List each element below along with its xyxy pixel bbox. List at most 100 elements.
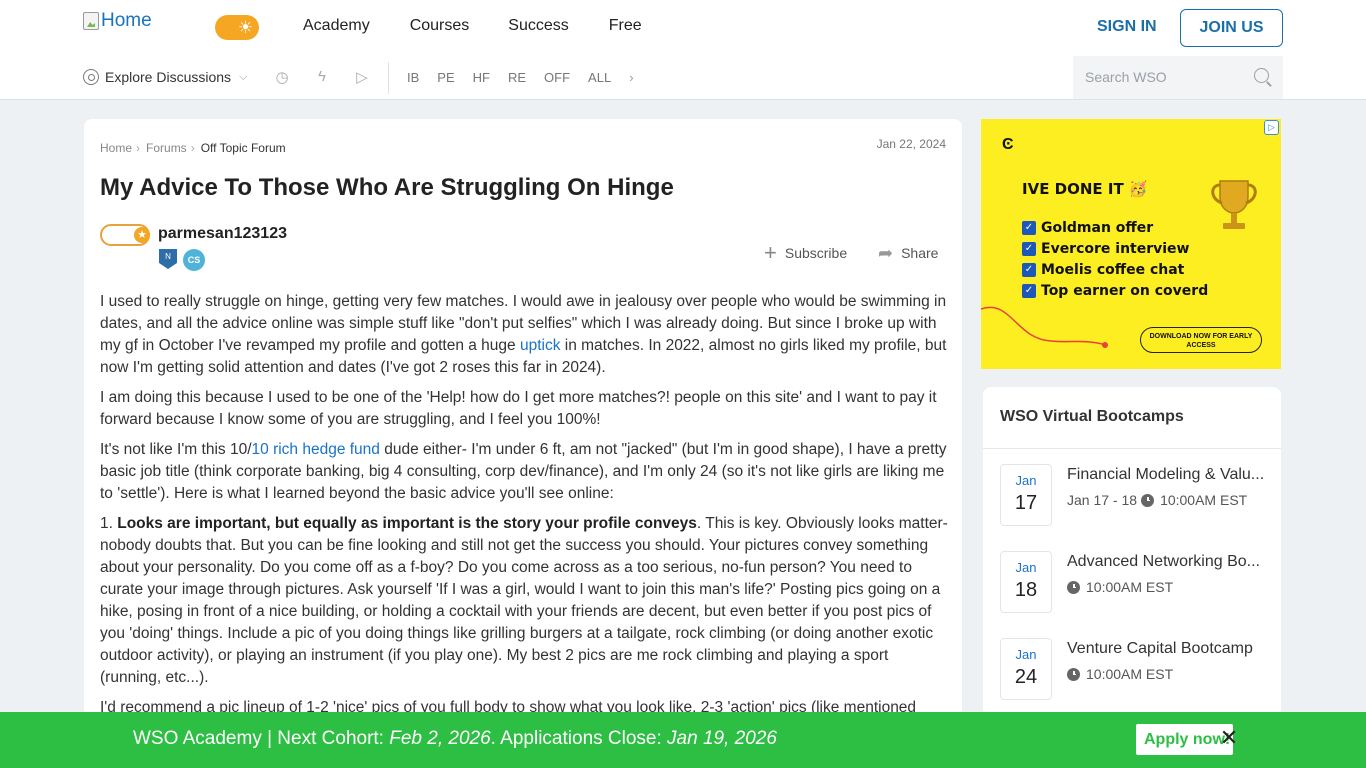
paragraph: It's not like I'm this 10/10 rich hedge … [100,439,948,505]
nav-academy[interactable]: Academy [303,17,370,35]
event-month: Jan [1015,647,1037,662]
tab-pe[interactable]: PE [437,70,454,85]
event-name[interactable]: Advanced Networking Bo... [1067,553,1267,571]
list-item[interactable]: Jan 18 Advanced Networking Bo... 10:00AM… [1000,551,1270,615]
join-us-button[interactable]: JOIN US [1180,9,1283,47]
tab-off[interactable]: OFF [544,70,570,85]
list-item-label: Moelis coffee chat [1041,261,1185,278]
clock-icon [1067,580,1080,594]
checkbox-icon: ✓ [1022,220,1036,235]
chevron-right-icon: › [190,141,195,155]
decorative-swirl [981,306,1108,348]
subscribe-button[interactable]: + Subscribe [764,240,848,265]
event-time-label: 10:00AM EST [1086,579,1174,595]
breadcrumb-forums[interactable]: Forums [146,141,187,155]
chevron-down-icon: ⌵ [239,70,248,83]
checkbox-icon: ✓ [1022,283,1036,298]
page-title: My Advice To Those Who Are Struggling On… [100,174,674,201]
nav-success[interactable]: Success [508,17,568,35]
breadcrumb-off-topic[interactable]: Off Topic Forum [201,141,286,155]
bootcamps-heading: WSO Virtual Bootcamps [1000,408,1184,425]
breadcrumb: Home › Forums › Off Topic Forum [100,141,286,155]
explore-discussions-dropdown[interactable]: Explore Discussions ⌵ [83,69,247,85]
banner-text: WSO Academy | Next Cohort: Feb 2, 2026. … [133,728,777,750]
tab-hf[interactable]: HF [473,70,490,85]
cohort-banner: WSO Academy | Next Cohort: Feb 2, 2026. … [0,712,1366,768]
tab-all[interactable]: ALL [588,70,611,85]
theme-toggle[interactable]: ☀ [215,15,259,40]
event-date: Jan 24 [1000,638,1052,700]
event-day: 18 [1014,579,1038,601]
event-date: Jan 17 [1000,464,1052,526]
search-input[interactable]: Search WSO [1073,56,1283,99]
post-date: Jan 22, 2024 [876,137,946,151]
event-time-label: 10:00AM EST [1160,492,1248,508]
ad-choices-icon[interactable]: ▷ [1264,120,1279,135]
close-date: Jan 19, 2026 [667,728,777,749]
share-button[interactable]: ➦ Share [878,243,939,263]
bold-heading: Looks are important, but equally as impo… [117,515,697,532]
share-arrow-icon: ➦ [878,243,894,263]
share-label: Share [901,245,939,261]
list-item-label: Evercore interview [1041,240,1190,257]
subscribe-label: Subscribe [784,245,848,261]
sign-in-link[interactable]: SIGN IN [1097,18,1157,36]
paragraph: I am doing this because I used to be one… [100,389,937,428]
search-icon[interactable] [1254,68,1269,83]
close-icon[interactable]: ✕ [1219,727,1239,749]
event-month: Jan [1015,473,1037,488]
top-header: Home ☀ Academy Courses Success Free SIGN… [0,0,1366,56]
advertisement[interactable]: ▷ Ͼ IVE DONE IT 🥳 ✓ Goldman offer ✓ Everco… [981,119,1281,369]
filter-icons: ◷ ϟ ▷ [273,68,371,86]
list-item[interactable]: Jan 17 Financial Modeling & Valu... Jan … [1000,464,1270,528]
nav-courses[interactable]: Courses [410,17,470,35]
tab-re[interactable]: RE [508,70,526,85]
list-item: ✓ Moelis coffee chat [1022,259,1208,280]
compass-icon [83,69,99,85]
checkbox-icon: ✓ [1022,241,1036,256]
uptick-link[interactable]: uptick [520,337,561,354]
list-item-label: Goldman offer [1041,219,1154,236]
history-icon[interactable]: ◷ [273,68,291,86]
text: . This is key. Obviously looks matter- n… [100,515,948,686]
tab-ib[interactable]: IB [407,70,419,85]
advertiser-logo-icon: Ͼ [1002,136,1014,153]
avatar[interactable]: ★ [100,224,150,246]
explore-label: Explore Discussions [105,69,232,85]
bolt-icon[interactable]: ϟ [313,68,331,86]
download-now-button[interactable]: DOWNLOAD NOW FOR EARLY ACCESS [1140,327,1262,353]
list-item: ✓ Evercore interview [1022,238,1208,259]
list-item: ✓ Goldman offer [1022,217,1208,238]
banner-mid: . Applications Close: [490,728,668,749]
event-name[interactable]: Venture Capital Bootcamp [1067,640,1267,658]
breadcrumb-home[interactable]: Home [100,141,132,155]
divider [388,62,389,94]
list-item-label: Top earner on coverd [1041,282,1209,299]
plus-icon: + [764,240,777,265]
paragraph: 1. Looks are important, but equally as i… [100,513,948,689]
main-nav: Academy Courses Success Free [303,17,682,35]
nav-free[interactable]: Free [609,17,642,35]
list-item[interactable]: Jan 24 Venture Capital Bootcamp 10:00AM … [1000,638,1270,702]
chevron-right-icon[interactable]: › [629,70,633,85]
event-time-label: 10:00AM EST [1086,666,1174,682]
event-time: 10:00AM EST [1067,666,1173,682]
event-time: Jan 17 - 18 10:00AM EST [1067,492,1247,508]
event-day: 24 [1014,666,1038,688]
paragraph: I used to really struggle on hinge, gett… [100,291,948,379]
ad-checklist: ✓ Goldman offer ✓ Evercore interview ✓ Moel… [1022,217,1208,301]
event-name[interactable]: Financial Modeling & Valu... [1067,466,1267,484]
clock-icon [1141,493,1155,507]
hedge-fund-link[interactable]: 10 rich hedge fund [252,441,380,458]
category-tabs: IB PE HF RE OFF ALL › [407,70,652,85]
sun-icon: ☀ [237,18,254,37]
discussion-toolbar: Explore Discussions ⌵ ◷ ϟ ▷ IB PE HF RE … [0,56,1366,100]
broken-image-icon [83,12,99,30]
chevron-right-icon: › [136,141,141,155]
home-logo-link[interactable]: Home [83,10,152,32]
trophy-icon [1211,180,1257,229]
cohort-date: Feb 2, 2026 [389,728,491,749]
star-icon: ★ [134,227,150,243]
author-name[interactable]: parmesan123123 [158,225,287,243]
video-icon[interactable]: ▷ [353,68,371,86]
